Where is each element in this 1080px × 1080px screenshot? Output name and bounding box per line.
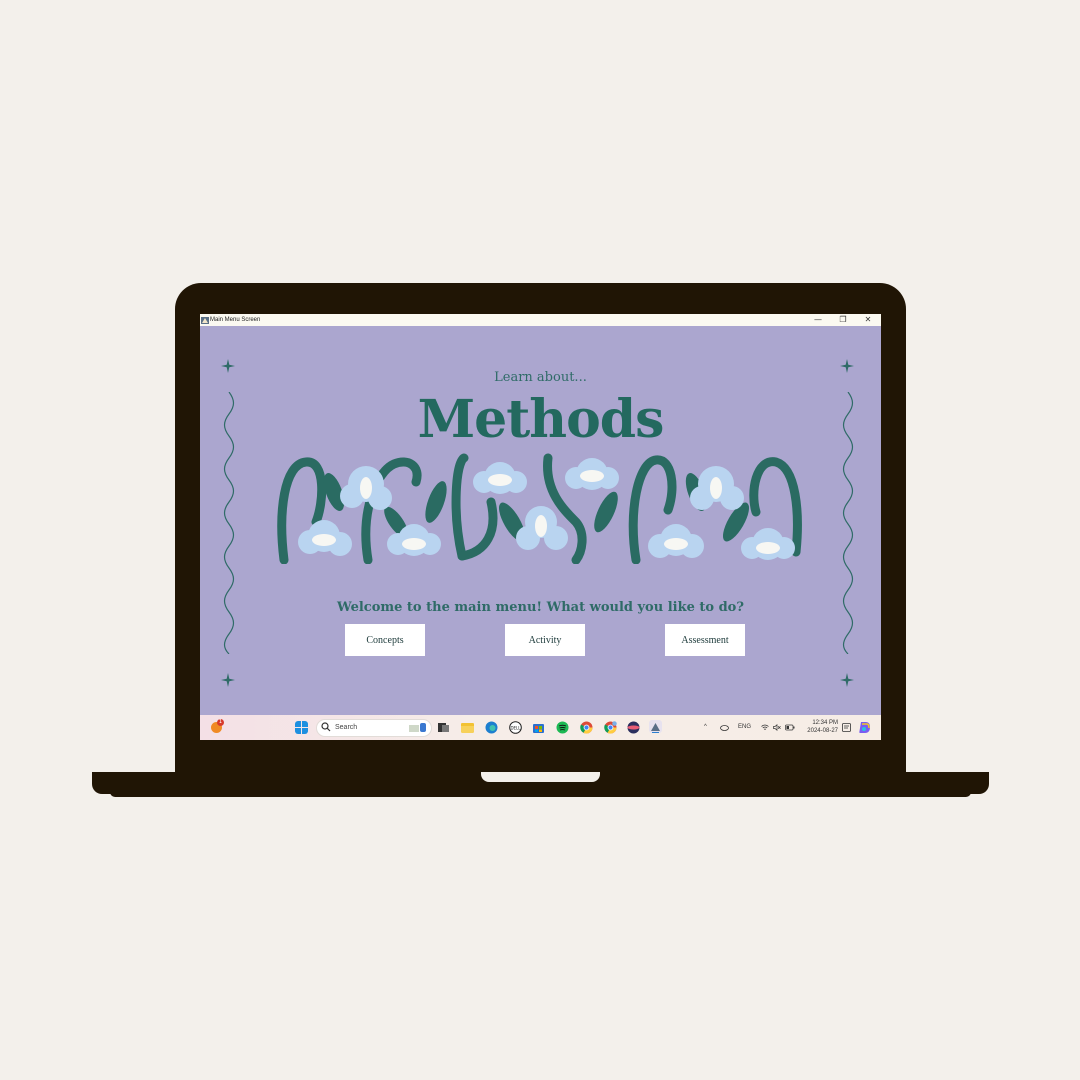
language-indicator[interactable]: ENG: [738, 715, 751, 740]
windows-taskbar: 1 Search DELL ^ ENG 12:34 PM 2024-08-27: [200, 715, 881, 740]
welcome-message: Welcome to the main menu! What would you…: [337, 600, 744, 615]
clock-time[interactable]: 12:34 PM: [798, 720, 838, 727]
dell-icon[interactable]: DELL: [509, 721, 522, 734]
taskbar-search-box[interactable]: Search: [316, 719, 432, 737]
app-icon[interactable]: [627, 721, 640, 734]
minimize-button[interactable]: —: [807, 314, 829, 326]
task-view-icon[interactable]: [437, 721, 450, 734]
chrome-profile-icon[interactable]: [604, 721, 617, 734]
page-title: Methods: [417, 389, 665, 450]
search-icon: [321, 722, 331, 732]
close-button[interactable]: ✕: [857, 314, 879, 326]
notification-badge: 1: [217, 719, 224, 726]
copilot-icon[interactable]: [858, 721, 871, 734]
cloud-icon[interactable]: [720, 724, 729, 731]
laptop-notch: [481, 772, 600, 782]
store-icon[interactable]: [532, 721, 545, 734]
battery-icon[interactable]: [785, 724, 795, 731]
activity-button[interactable]: Activity: [505, 624, 585, 656]
spotify-icon[interactable]: [556, 721, 569, 734]
floral-banner-illustration: [277, 453, 802, 564]
volume-muted-icon[interactable]: [773, 724, 781, 731]
edge-icon[interactable]: [485, 721, 498, 734]
clock-date[interactable]: 2024-08-27: [798, 728, 838, 735]
subtitle: Learn about...: [494, 370, 587, 385]
laptop-base-lip: [110, 792, 971, 797]
concepts-button[interactable]: Concepts: [345, 624, 425, 656]
windows-start-icon[interactable]: [295, 721, 308, 734]
laptop-screen: Main Menu Screen — ❐ ✕ Learn about... Me…: [200, 314, 881, 740]
sparkle-icon: [221, 673, 235, 687]
search-placeholder: Search: [335, 724, 358, 731]
sparkle-icon: [840, 673, 854, 687]
wifi-icon[interactable]: [761, 724, 769, 731]
file-explorer-icon[interactable]: [461, 721, 474, 734]
chevron-up-icon[interactable]: ^: [704, 715, 707, 740]
svg-text:DELL: DELL: [510, 725, 521, 730]
restore-button[interactable]: ❐: [832, 314, 854, 326]
search-highlight-icon: [409, 723, 426, 732]
assessment-button[interactable]: Assessment: [665, 624, 745, 656]
notification-center-icon[interactable]: [842, 723, 851, 732]
java-app-icon: [201, 317, 209, 324]
java-app-icon[interactable]: [649, 720, 662, 733]
window-title: Main Menu Screen: [210, 317, 261, 323]
chrome-icon[interactable]: [580, 721, 593, 734]
main-menu-panel: Learn about... Methods Welcome to the ma…: [200, 326, 881, 715]
window-titlebar[interactable]: Main Menu Screen — ❐ ✕: [200, 314, 881, 326]
